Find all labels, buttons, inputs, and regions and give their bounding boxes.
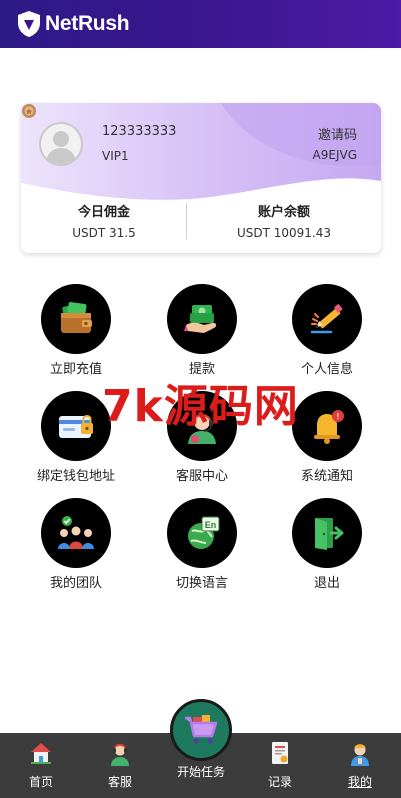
commission-label: 今日佣金 [77,205,130,220]
invite-code[interactable]: A9EJVG [313,148,357,162]
tab-home-label: 首页 [28,775,53,789]
menu-label: 系统通知 [300,469,353,484]
balance-label: 账户余额 [257,205,310,220]
cash-hand-icon [184,305,217,333]
team-icon [58,516,94,549]
profile-button[interactable] [292,284,362,354]
invite-code-label: 邀请码 [317,128,357,143]
tab-mine-label: 我的 [347,775,372,789]
tab-service[interactable]: 客服 [80,733,160,798]
menu-team[interactable]: 我的团队 [26,498,126,591]
recharge-button[interactable] [41,284,111,354]
start-task-label: 开始任务 [176,765,225,779]
logout-button[interactable] [292,498,362,568]
shopping-cart-icon [185,715,218,744]
menu-label: 我的团队 [49,576,102,591]
tab-records-label: 记录 [267,775,292,789]
svg-text:!: ! [337,412,340,421]
user-id: 123333333 [102,124,177,139]
logout-icon [315,518,344,550]
menu-label: 客服中心 [175,469,228,484]
svg-text:En: En [205,520,217,530]
avatar[interactable] [39,122,83,166]
user-silhouette-icon [45,131,77,164]
shield-icon [18,11,40,37]
account-card: 123333333 VIP1 邀请码 A9EJVG 今日佣金 USDT 31.5… [21,103,381,253]
top-bar: NetRush [0,0,401,48]
menu-withdraw[interactable]: 提款 [152,284,252,377]
menu-label: 绑定钱包地址 [36,469,115,484]
tab-home[interactable]: 首页 [1,733,81,798]
pencil-icon [310,304,343,334]
withdraw-button[interactable] [167,284,237,354]
menu-logout[interactable]: 退出 [277,498,377,591]
user-profile-icon [351,744,369,766]
language-icon: En [188,516,220,549]
tab-records[interactable]: 记录 [240,733,320,798]
language-button[interactable]: En [167,498,237,568]
brand-name: NetRush [45,12,130,35]
start-task-button[interactable] [170,699,232,761]
home-icon [31,743,51,764]
tab-mine[interactable]: 我的 [320,733,400,798]
tab-service-label: 客服 [107,775,132,789]
menu-recharge[interactable]: 立即充值 [26,284,126,377]
bind-wallet-button[interactable] [41,391,111,461]
records-icon [272,742,288,764]
menu-profile[interactable]: 个人信息 [277,284,377,377]
vip-medal-icon [22,104,36,118]
account-balance: 账户余额 USDT 10091.43 [187,201,381,240]
watermark: 7k源码网 [102,381,299,432]
wallet-icon [61,302,92,333]
notifications-button[interactable]: ! [292,391,362,461]
menu-label: 切换语言 [175,576,228,591]
today-commission: 今日佣金 USDT 31.5 [21,201,187,240]
account-card-header: 123333333 VIP1 邀请码 A9EJVG [21,103,381,203]
commission-value: USDT 31.5 [72,226,136,240]
card-lock-icon [59,415,93,438]
balance-value: USDT 10091.43 [236,226,332,240]
menu-label: 退出 [313,576,340,591]
bell-icon: ! [314,410,344,444]
vip-level: VIP1 [102,149,129,163]
customer-service-icon [111,743,129,766]
menu-language[interactable]: En 切换语言 [152,498,252,591]
team-button[interactable] [41,498,111,568]
